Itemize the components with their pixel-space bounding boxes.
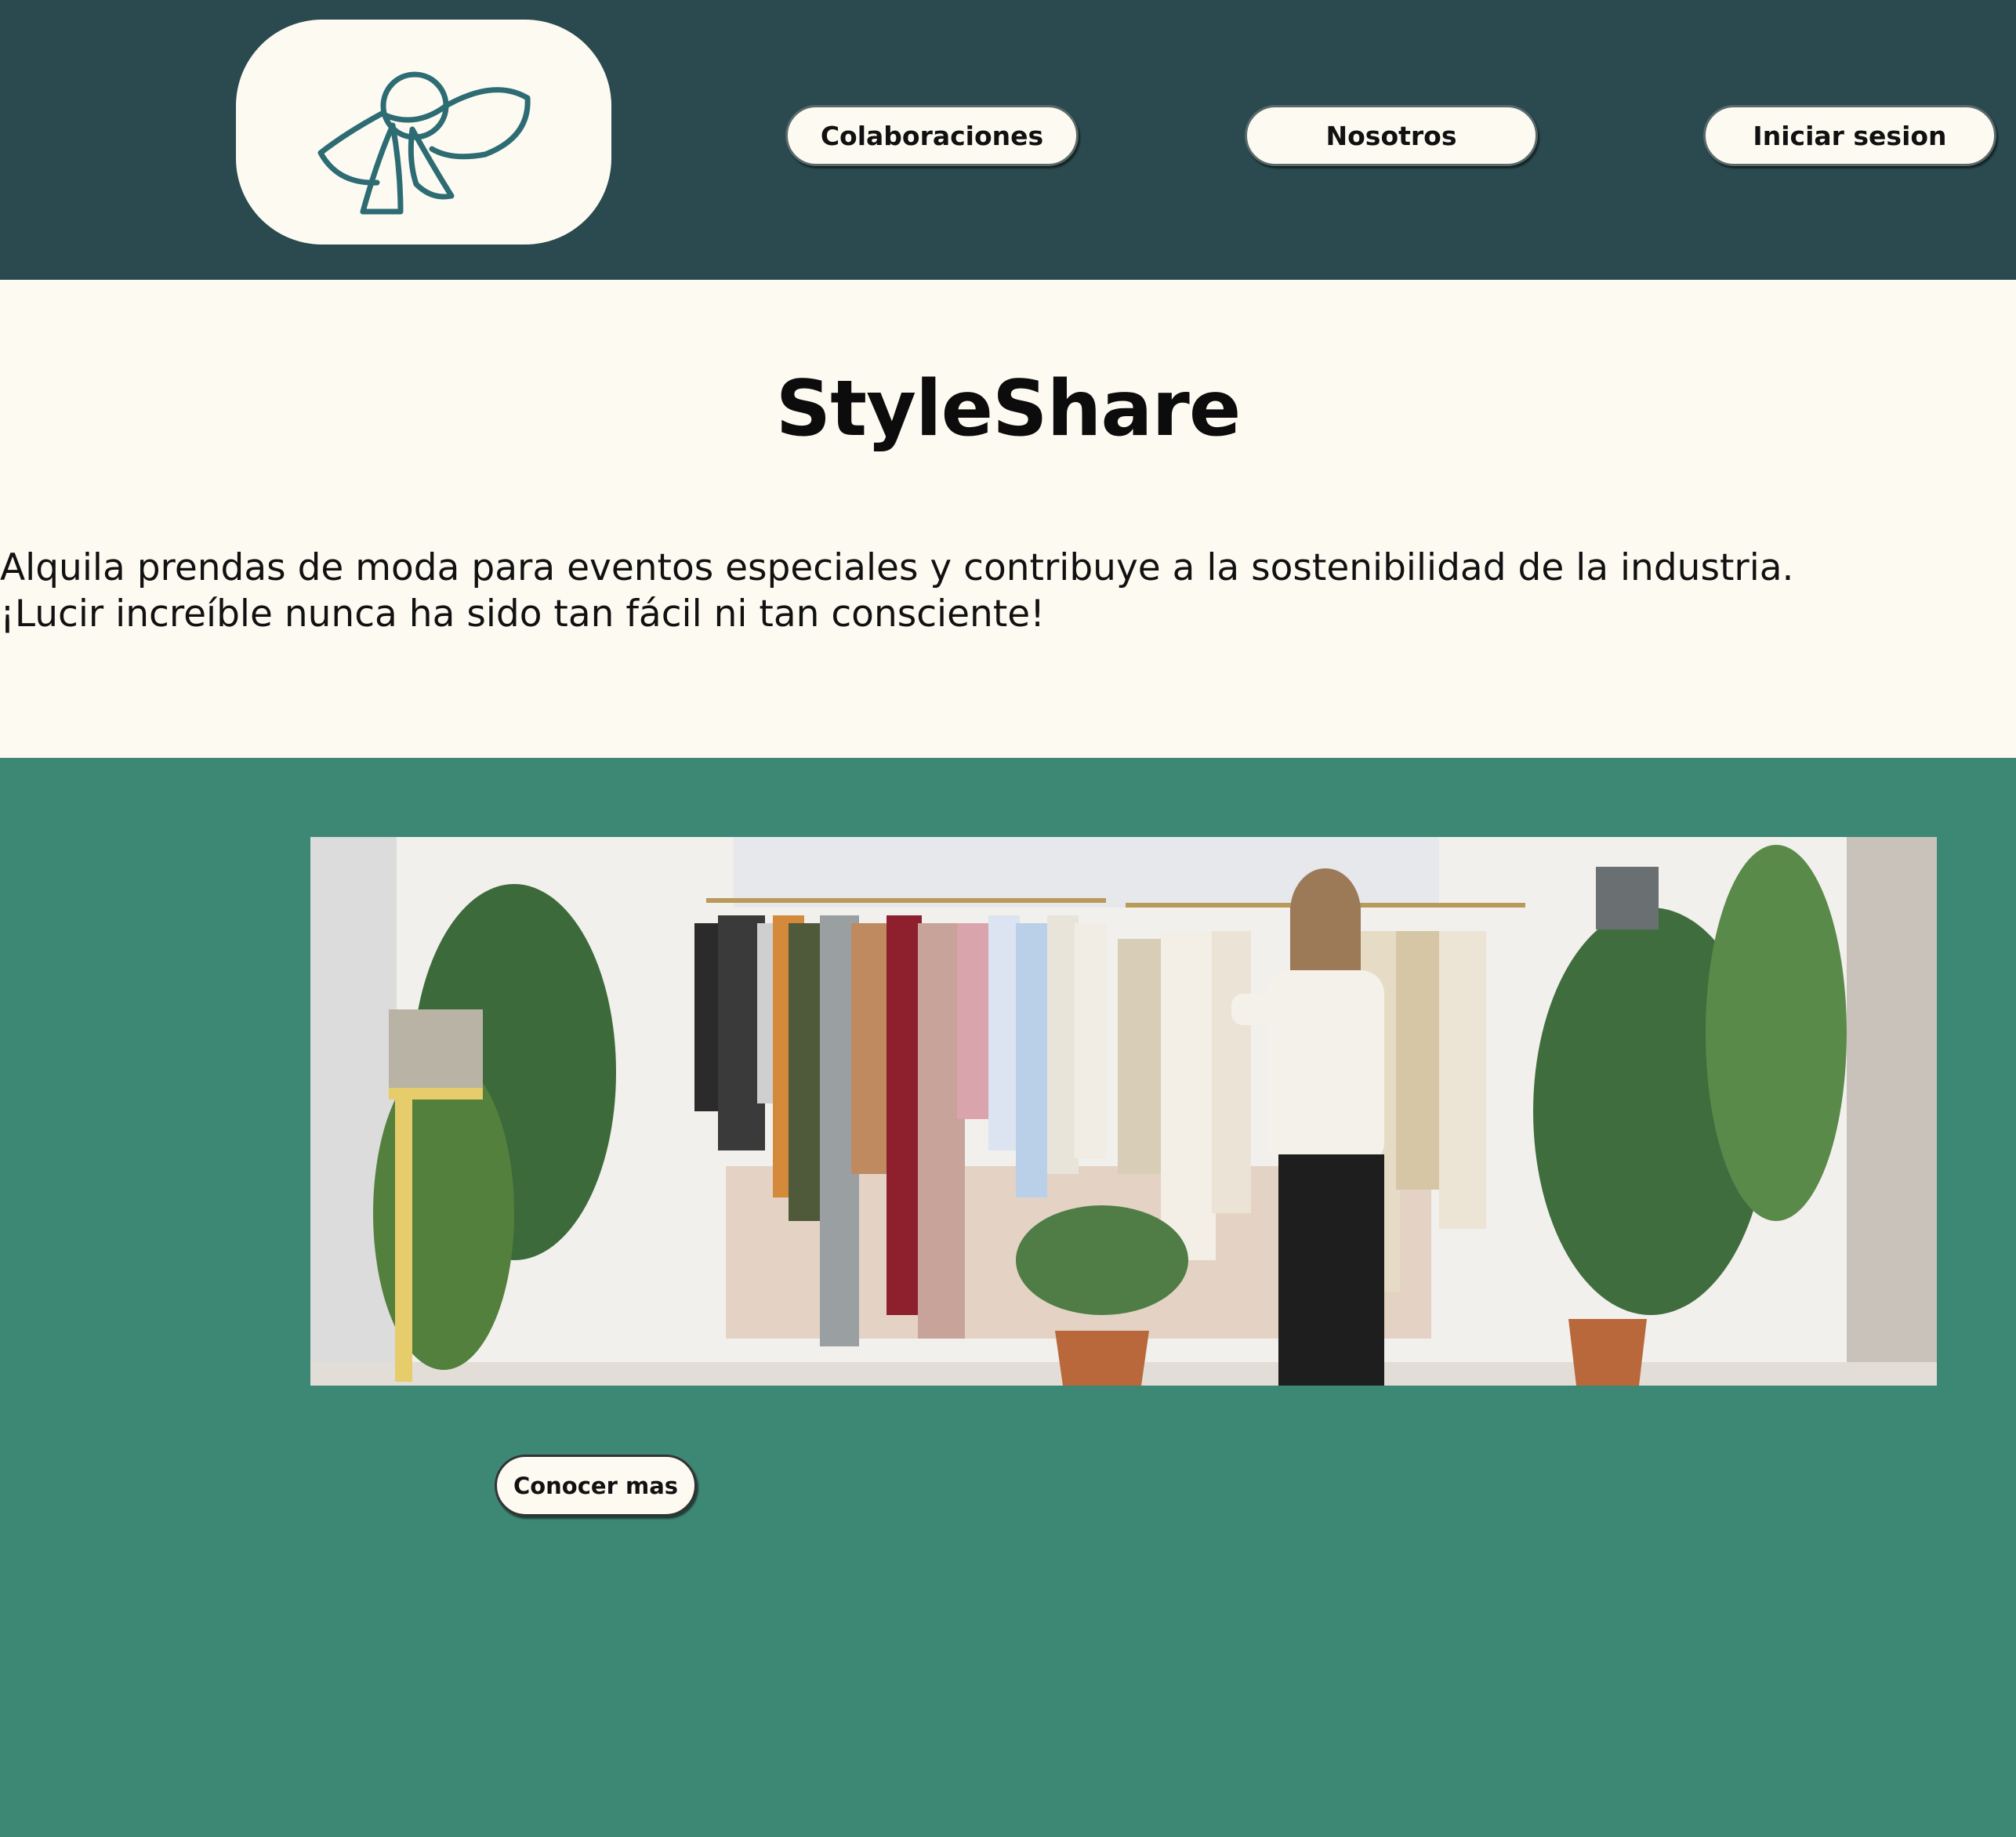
conocer-mas-button[interactable]: Conocer mas <box>495 1455 697 1516</box>
nav-button-iniciar-sesion[interactable]: Iniciar sesion <box>1703 105 1996 166</box>
logo[interactable] <box>236 20 611 245</box>
hat-scarf-icon <box>317 71 531 215</box>
feature-section: Conocer mas <box>0 758 2016 1837</box>
nav-button-colaboraciones[interactable]: Colaboraciones <box>785 105 1079 166</box>
hero-section: StyleShare Alquila prendas de moda para … <box>0 280 2016 758</box>
hero-description: Alquila prendas de moda para eventos esp… <box>0 546 1794 636</box>
page-title: StyleShare <box>775 364 1242 454</box>
site-header: Colaboraciones Nosotros Iniciar sesion <box>0 0 2016 280</box>
clothing-rack-photo <box>310 837 1937 1386</box>
nav-button-nosotros[interactable]: Nosotros <box>1245 105 1538 166</box>
